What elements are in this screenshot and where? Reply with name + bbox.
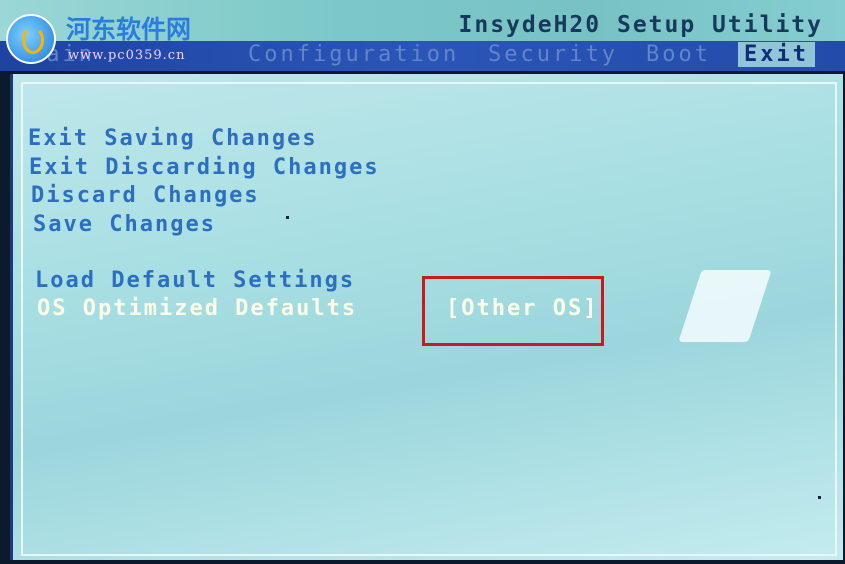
save-changes-option[interactable]: Save Changes xyxy=(33,212,216,237)
exit-saving-changes-option[interactable]: Exit Saving Changes xyxy=(28,126,318,151)
highlight-box xyxy=(422,276,604,346)
watermark-url: www.pc0359.cn xyxy=(68,48,186,63)
tab-boot[interactable]: Boot xyxy=(646,42,711,67)
setup-utility-title: InsydeH20 Setup Utility xyxy=(458,12,823,38)
tab-exit[interactable]: Exit xyxy=(738,42,815,67)
watermark: 河东软件网 www.pc0359.cn xyxy=(6,10,226,68)
discard-changes-option[interactable]: Discard Changes xyxy=(31,183,260,208)
screen-speck xyxy=(818,496,821,499)
tab-security[interactable]: Security xyxy=(488,42,618,67)
watermark-site-name: 河东软件网 xyxy=(66,15,192,44)
os-optimized-defaults-option[interactable]: OS Optimized Defaults xyxy=(37,296,357,321)
tab-configuration[interactable]: Configuration xyxy=(248,42,459,67)
load-default-settings-option[interactable]: Load Default Settings xyxy=(35,268,355,293)
exit-discarding-changes-option[interactable]: Exit Discarding Changes xyxy=(29,155,380,180)
watermark-logo-icon xyxy=(6,14,56,64)
screen-speck xyxy=(286,216,289,219)
